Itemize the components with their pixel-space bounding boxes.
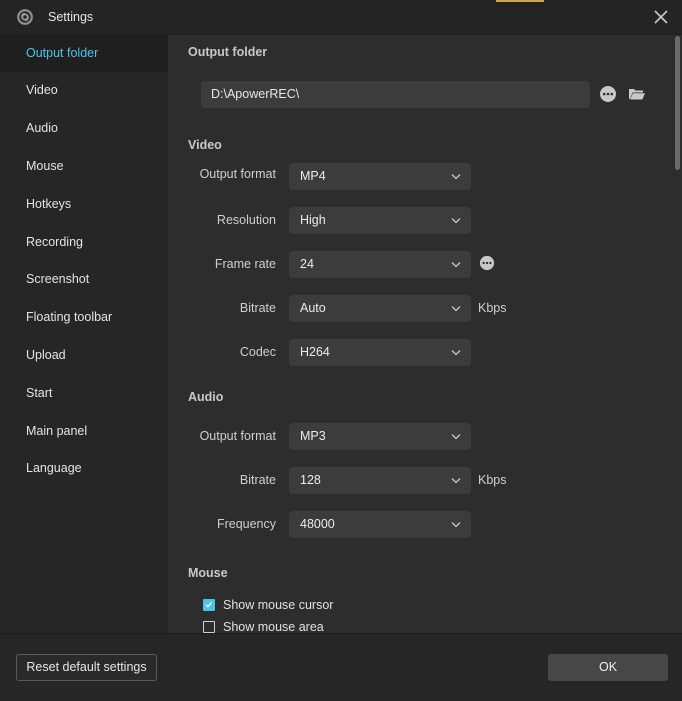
codec-label: Codec bbox=[239, 345, 276, 359]
settings-sidebar: Output folder Video Audio Mouse Hotkeys … bbox=[0, 35, 168, 633]
video-bitrate-select[interactable]: Auto bbox=[289, 295, 471, 322]
dialog-footer: Reset default settings OK bbox=[0, 633, 682, 701]
resolution-value: High bbox=[300, 213, 326, 227]
title-bar: Settings bbox=[0, 0, 682, 35]
sidebar-item-upload[interactable]: Upload bbox=[0, 337, 168, 374]
codec-value: H264 bbox=[300, 345, 330, 359]
title-accent-strip bbox=[496, 0, 544, 2]
frame-rate-label: Frame rate bbox=[214, 257, 276, 271]
resolution-label: Resolution bbox=[216, 213, 276, 227]
chevron-down-icon bbox=[451, 350, 461, 356]
audio-output-format-label: Output format bbox=[199, 429, 276, 443]
more-dots-icon[interactable] bbox=[479, 255, 495, 271]
chevron-down-icon bbox=[451, 174, 461, 180]
frequency-value: 48000 bbox=[300, 517, 335, 531]
video-bitrate-value: Auto bbox=[300, 301, 326, 315]
audio-bitrate-label: Bitrate bbox=[239, 473, 276, 487]
sidebar-item-start[interactable]: Start bbox=[0, 375, 168, 412]
frame-rate-value: 24 bbox=[300, 257, 314, 271]
show-mouse-cursor-label: Show mouse cursor bbox=[223, 598, 334, 612]
sidebar-item-output-folder[interactable]: Output folder bbox=[0, 35, 168, 72]
frame-rate-select[interactable]: 24 bbox=[289, 251, 471, 278]
video-bitrate-unit: Kbps bbox=[478, 301, 507, 315]
gear-icon bbox=[17, 9, 33, 25]
reset-default-settings-button[interactable]: Reset default settings bbox=[16, 654, 157, 681]
content-scrollbar-thumb[interactable] bbox=[675, 36, 680, 170]
video-heading: Video bbox=[188, 138, 222, 152]
sidebar-item-hotkeys[interactable]: Hotkeys bbox=[0, 186, 168, 223]
sidebar-item-screenshot[interactable]: Screenshot bbox=[0, 261, 168, 298]
sidebar-item-language[interactable]: Language bbox=[0, 450, 168, 487]
sidebar-item-recording[interactable]: Recording bbox=[0, 224, 168, 261]
output-folder-heading: Output folder bbox=[188, 45, 268, 59]
chevron-down-icon bbox=[451, 218, 461, 224]
chevron-down-icon bbox=[451, 306, 461, 312]
chevron-down-icon bbox=[451, 262, 461, 268]
chevron-down-icon bbox=[451, 522, 461, 528]
chevron-down-icon bbox=[451, 434, 461, 440]
audio-heading: Audio bbox=[188, 390, 224, 404]
audio-bitrate-value: 128 bbox=[300, 473, 321, 487]
frequency-select[interactable]: 48000 bbox=[289, 511, 471, 538]
sidebar-item-video[interactable]: Video bbox=[0, 72, 168, 109]
audio-bitrate-select[interactable]: 128 bbox=[289, 467, 471, 494]
video-output-format-label: Output format bbox=[199, 167, 276, 181]
show-mouse-area-label: Show mouse area bbox=[223, 620, 324, 633]
mouse-heading: Mouse bbox=[188, 566, 228, 580]
sidebar-item-mouse[interactable]: Mouse bbox=[0, 148, 168, 185]
checkmark-icon bbox=[205, 601, 213, 608]
video-bitrate-label: Bitrate bbox=[239, 301, 276, 315]
sidebar-item-audio[interactable]: Audio bbox=[0, 110, 168, 147]
window-title: Settings bbox=[48, 10, 94, 24]
folder-open-icon[interactable] bbox=[628, 85, 646, 103]
output-path-field[interactable]: D:\ApowerREC\ bbox=[201, 81, 590, 108]
resolution-select[interactable]: High bbox=[289, 207, 471, 234]
frequency-label: Frequency bbox=[216, 517, 276, 531]
settings-window: Settings Output folder Video Audio Mouse… bbox=[0, 0, 682, 701]
codec-select[interactable]: H264 bbox=[289, 339, 471, 366]
video-output-format-value: MP4 bbox=[300, 169, 326, 183]
video-output-format-select[interactable]: MP4 bbox=[289, 163, 471, 190]
more-dots-icon[interactable] bbox=[599, 85, 617, 103]
ok-button[interactable]: OK bbox=[548, 654, 668, 681]
audio-output-format-select[interactable]: MP3 bbox=[289, 423, 471, 450]
show-mouse-cursor-checkbox[interactable] bbox=[203, 599, 215, 611]
sidebar-item-main-panel[interactable]: Main panel bbox=[0, 413, 168, 450]
audio-bitrate-unit: Kbps bbox=[478, 473, 507, 487]
audio-output-format-value: MP3 bbox=[300, 429, 326, 443]
close-icon[interactable] bbox=[650, 6, 672, 28]
chevron-down-icon bbox=[451, 478, 461, 484]
show-mouse-area-checkbox[interactable] bbox=[203, 621, 215, 633]
sidebar-item-floating-toolbar[interactable]: Floating toolbar bbox=[0, 299, 168, 336]
settings-content: Output folder D:\ApowerREC\ Video Output… bbox=[168, 35, 682, 633]
